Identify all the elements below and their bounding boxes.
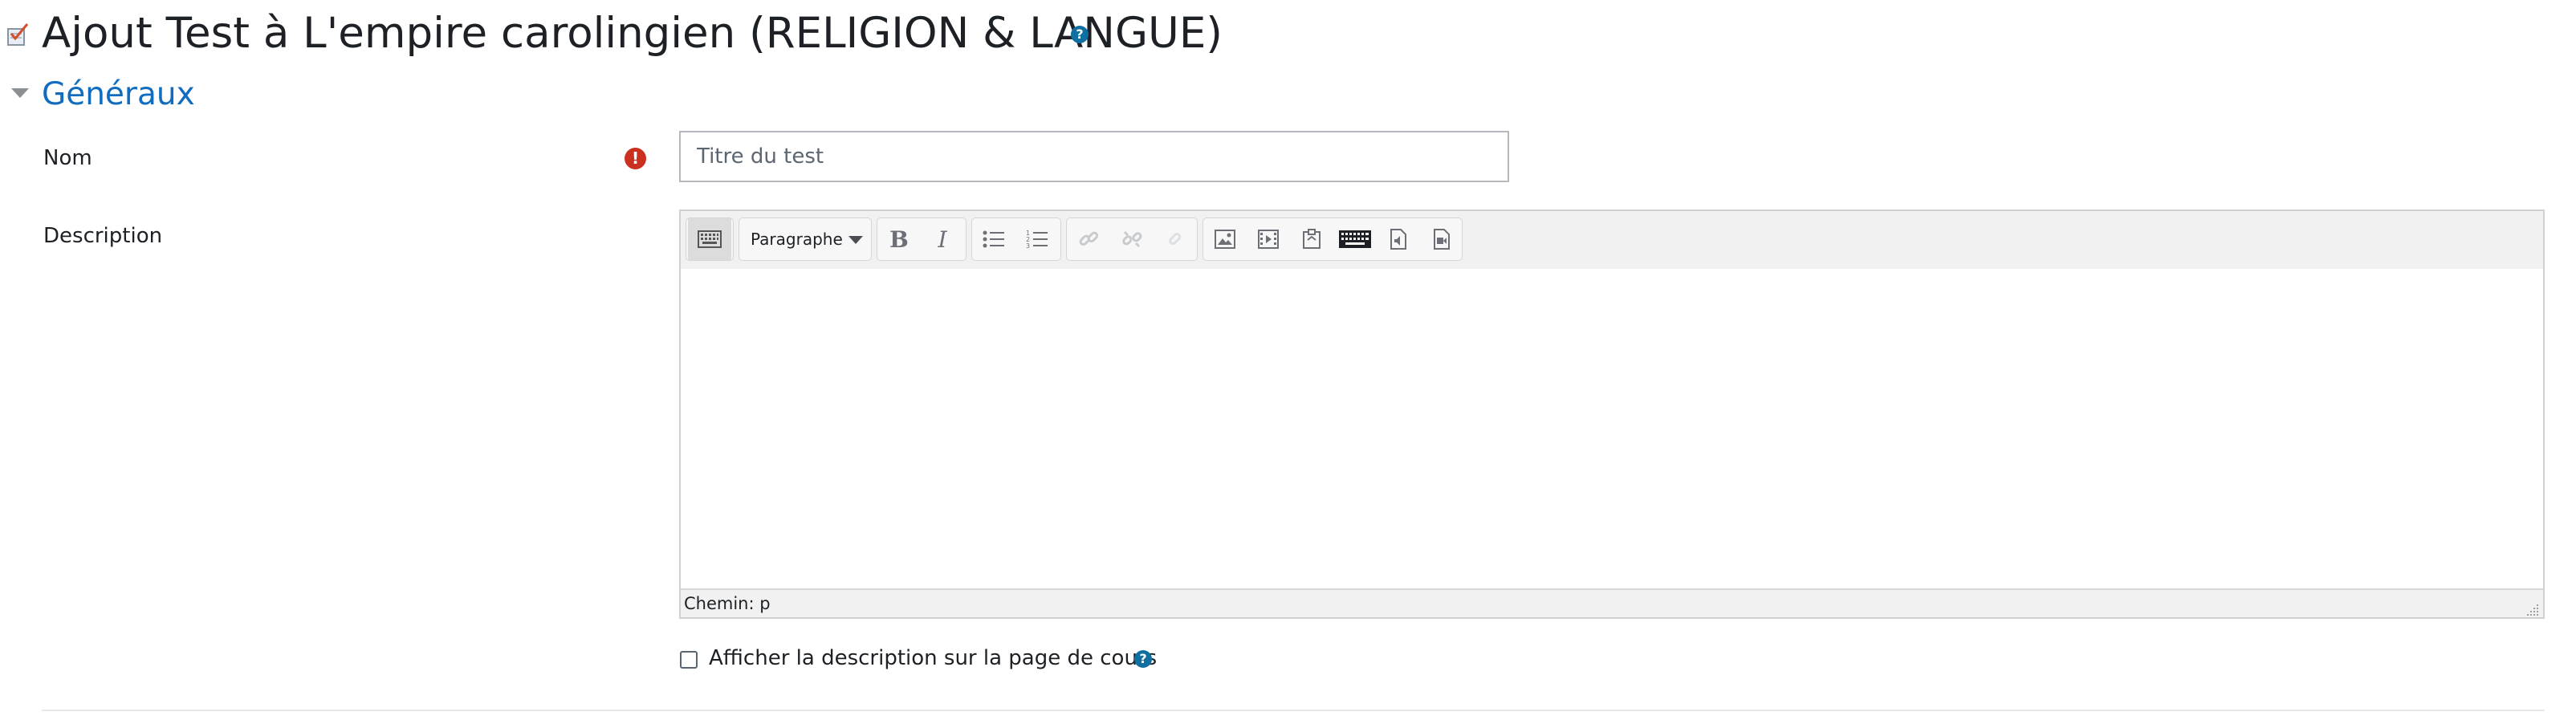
description-label: Description	[43, 224, 163, 248]
media-icon[interactable]	[1247, 218, 1290, 260]
editor-path-label: Chemin: p	[684, 594, 771, 613]
resize-handle-icon[interactable]	[2524, 598, 2540, 616]
section-divider	[42, 710, 2545, 711]
toolbar-group-more	[686, 218, 734, 261]
paragraph-style-select[interactable]: Paragraphe	[739, 218, 871, 260]
toolbar-group-style: Paragraphe	[739, 218, 872, 261]
toolbar-group-links	[1066, 218, 1198, 261]
chevron-down-icon	[848, 236, 863, 244]
record-audio-icon[interactable]	[1377, 218, 1420, 260]
question-circle-icon[interactable]: ?	[1071, 26, 1089, 43]
link-disabled-icon[interactable]	[1154, 218, 1197, 260]
editor-content-area[interactable]	[681, 269, 2543, 588]
toolbar-group-format: B I	[877, 218, 967, 261]
description-editor[interactable]: Paragraphe B I 123 Chemin: p	[679, 209, 2545, 619]
editor-statusbar: Chemin: p	[681, 588, 2543, 617]
svg-text:3: 3	[1026, 242, 1030, 249]
image-icon[interactable]	[1203, 218, 1247, 260]
link-icon[interactable]	[1067, 218, 1110, 260]
bold-icon[interactable]: B	[877, 218, 921, 260]
unordered-list-icon[interactable]	[972, 218, 1015, 260]
manage-files-icon[interactable]	[1290, 218, 1333, 260]
show-description-label[interactable]: Afficher la description sur la page de c…	[709, 643, 1157, 673]
section-title[interactable]: Généraux	[42, 72, 195, 117]
page-title: Ajout Test à L'empire carolingien (RELIG…	[42, 9, 1223, 58]
quiz-icon	[6, 22, 29, 47]
show-description-checkbox[interactable]	[680, 651, 698, 669]
ordered-list-icon[interactable]: 123	[1015, 218, 1059, 260]
unlink-icon[interactable]	[1110, 218, 1154, 260]
record-video-icon[interactable]	[1420, 218, 1463, 260]
show-more-buttons-icon[interactable]	[688, 218, 731, 260]
italic-icon[interactable]: I	[921, 218, 964, 260]
keyboard-icon[interactable]	[1333, 218, 1377, 260]
name-input[interactable]	[679, 131, 1509, 182]
toolbar-group-lists: 123	[971, 218, 1061, 261]
editor-toolbar: Paragraphe B I 123	[681, 211, 2543, 270]
question-circle-icon[interactable]: ?	[1134, 650, 1152, 668]
toolbar-group-media	[1203, 218, 1463, 261]
name-label: Nom	[43, 146, 92, 170]
paragraph-style-label: Paragraphe	[751, 230, 843, 249]
exclamation-circle-icon: !	[625, 148, 646, 169]
caret-down-icon[interactable]	[11, 88, 29, 98]
